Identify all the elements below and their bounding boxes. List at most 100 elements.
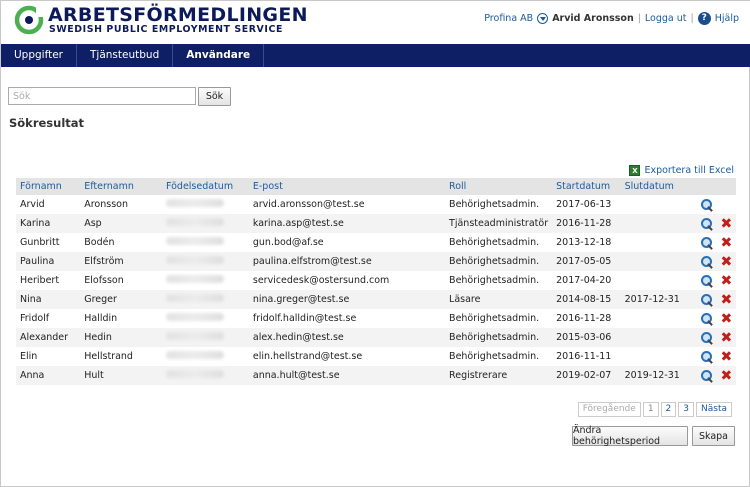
user-name: Arvid Aronsson (552, 12, 634, 24)
magnifier-icon[interactable] (701, 369, 713, 382)
page-header: ARBETSFÖRMEDLINGEN SWEDISH PUBLIC EMPLOY… (1, 1, 750, 44)
results-table: Förnamn Efternamn Födelsedatum E-post Ro… (16, 178, 736, 385)
results-title: Sökresultat (9, 116, 85, 130)
cell-end-date (621, 309, 698, 328)
pager-next[interactable]: Nästa (696, 402, 732, 417)
cell-last-name: Bodén (84, 237, 115, 248)
cell-start-date: 2013-12-18 (556, 237, 612, 248)
search-input[interactable] (8, 87, 196, 105)
magnifier-icon[interactable] (701, 312, 713, 325)
cell-last-name: Hedin (80, 328, 162, 347)
cell-first-name: Alexander (16, 328, 81, 347)
delete-x-icon[interactable]: ✖ (720, 236, 732, 250)
pager-prev: Föregående (577, 402, 641, 417)
cell-email: gun.bod@af.se (252, 237, 324, 248)
cell-email: nina.greger@test.se (248, 290, 446, 309)
cell-birth-date (161, 252, 249, 271)
cell-birth-date (161, 214, 249, 233)
col-view (697, 178, 717, 195)
col-startdatum[interactable]: Startdatum (552, 178, 621, 195)
delete-x-icon[interactable]: ✖ (720, 369, 732, 383)
chevron-circle-icon[interactable] (537, 12, 549, 24)
magnifier-icon[interactable] (701, 255, 713, 268)
cell-view (697, 366, 717, 385)
cell-view (697, 290, 717, 309)
cell-end-date (621, 195, 698, 214)
redacted-value (165, 256, 224, 264)
logo-name: ARBETSFÖRMEDLINGEN (48, 4, 308, 26)
cell-first-name: Arvid (20, 199, 45, 210)
cell-start-date: 2014-08-15 (552, 290, 621, 309)
cell-first-name: Fridolf (20, 313, 50, 324)
delete-x-icon[interactable]: ✖ (720, 293, 732, 307)
change-period-button[interactable]: Ändra behörighetsperiod (572, 425, 688, 447)
cell-delete: ✖ (717, 233, 736, 252)
cell-start-date: 2019-02-07 (552, 366, 621, 385)
delete-x-icon[interactable]: ✖ (720, 331, 732, 345)
table-row: Gunbritt Bodén gun.bod@af.se Behörighetsadm… (16, 233, 736, 252)
nav-item-tjansteutbud[interactable]: Tjänsteutbud (77, 44, 174, 67)
cell-last-name: Halldin (84, 313, 118, 324)
delete-x-icon[interactable]: ✖ (720, 255, 732, 269)
pager-page-2[interactable]: 2 (660, 402, 677, 417)
cell-view (697, 309, 716, 328)
cell-end-date (620, 214, 698, 233)
cell-birth-date (161, 328, 249, 347)
col-slutdatum[interactable]: Slutdatum (620, 178, 698, 195)
cell-birth-date (161, 366, 249, 385)
help-link[interactable]: Hjälp (715, 13, 739, 24)
magnifier-icon[interactable] (701, 198, 713, 211)
cell-role: Läsare (445, 290, 553, 309)
magnifier-icon[interactable] (701, 217, 713, 230)
col-fornamn[interactable]: Förnamn (16, 178, 81, 195)
cell-last-name: Elofsson (84, 275, 124, 286)
search-button[interactable]: Sök (198, 87, 231, 106)
cell-email: anna.hult@test.se (248, 366, 446, 385)
cell-email: alex.hedin@test.se (248, 328, 446, 347)
cell-end-date (621, 233, 698, 252)
nav-item-uppgifter[interactable]: Uppgifter (1, 44, 78, 67)
create-button[interactable]: Skapa (692, 426, 735, 446)
cell-end-date (621, 271, 698, 290)
cell-view (697, 252, 717, 271)
cell-view (697, 328, 717, 347)
col-roll[interactable]: Roll (445, 178, 553, 195)
cell-role: Behörighetsadmin. (445, 328, 553, 347)
magnifier-icon[interactable] (701, 350, 713, 363)
magnifier-icon[interactable] (701, 236, 713, 249)
col-epost[interactable]: E-post (248, 178, 446, 195)
delete-x-icon[interactable]: ✖ (720, 217, 732, 231)
magnifier-icon[interactable] (701, 331, 713, 344)
col-efternamn[interactable]: Efternamn (80, 178, 162, 195)
cell-last-name: Aronsson (84, 199, 128, 210)
nav-item-anvandare[interactable]: Användare (173, 44, 265, 67)
cell-birth-date (162, 233, 249, 252)
logout-link[interactable]: Logga ut (645, 13, 687, 24)
cell-last-name: Asp (80, 214, 162, 233)
export-excel-link[interactable]: X Exportera till Excel (629, 165, 734, 176)
delete-x-icon[interactable]: ✖ (720, 274, 732, 288)
col-fodelsedatum[interactable]: Födelsedatum (161, 178, 249, 195)
main-nav: Uppgifter Tjänsteutbud Användare (1, 44, 750, 67)
cell-first-name: Nina (16, 290, 81, 309)
magnifier-icon[interactable] (701, 274, 713, 287)
delete-x-icon[interactable]: ✖ (720, 312, 732, 326)
cell-email: paulina.elfstrom@test.se (248, 252, 446, 271)
cell-delete: ✖ (717, 271, 736, 290)
cell-delete (717, 195, 736, 214)
logo-subtitle: SWEDISH PUBLIC EMPLOYMENT SERVICE (49, 24, 283, 35)
magnifier-icon[interactable] (701, 293, 713, 306)
cell-birth-date (162, 195, 249, 214)
cell-email: arvid.aronsson@test.se (252, 199, 365, 210)
help-icon[interactable]: ? (697, 11, 711, 25)
cell-delete: ✖ (716, 290, 736, 309)
cell-end-date: 2017-12-31 (620, 290, 698, 309)
delete-x-icon[interactable]: ✖ (720, 350, 732, 364)
pager-page-3[interactable]: 3 (678, 402, 695, 417)
org-link[interactable]: Profina AB (484, 13, 533, 24)
cell-end-date (620, 328, 698, 347)
cell-birth-date (162, 309, 249, 328)
cell-start-date: 2017-06-13 (556, 199, 612, 210)
cell-email: karina.asp@test.se (248, 214, 446, 233)
cell-last-name: Elfström (80, 252, 162, 271)
